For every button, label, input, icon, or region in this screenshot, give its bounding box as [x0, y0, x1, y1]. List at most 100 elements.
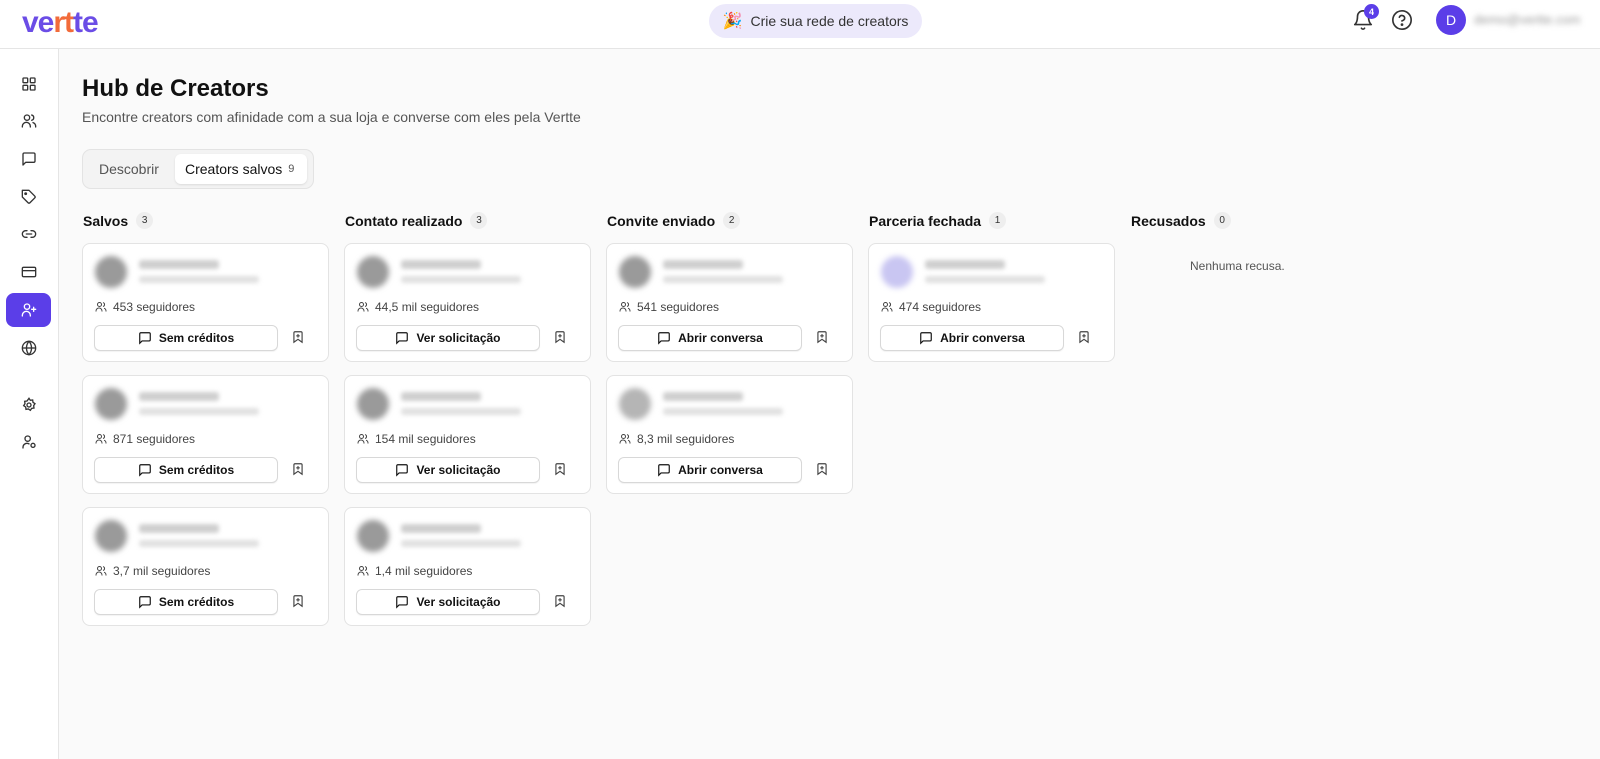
main-content: Hub de Creators Encontre creators com af… [59, 49, 1600, 759]
creator-card[interactable]: 541 seguidores Abrir conversa [606, 243, 853, 362]
bookmark-icon[interactable] [1077, 330, 1091, 344]
bookmark-icon[interactable] [815, 462, 829, 476]
creator-handle-redacted [925, 276, 1045, 283]
action-button[interactable]: Abrir conversa [618, 325, 802, 351]
followers-count: 154 mil seguidores [375, 432, 476, 446]
action-button[interactable]: Abrir conversa [880, 325, 1064, 351]
followers-count: 474 seguidores [899, 300, 982, 314]
sidebar-item-settings[interactable] [6, 388, 51, 422]
column-header-convite: Convite enviado 2 [607, 212, 741, 229]
chat-icon [21, 152, 36, 166]
creator-card[interactable]: 3,7 mil seguidores Sem créditos [82, 507, 329, 626]
users-icon [95, 566, 107, 576]
creator-card[interactable]: 1,4 mil seguidores Ver solicitação [344, 507, 591, 626]
user-email[interactable]: demo@vertte.com [1474, 12, 1580, 27]
action-label: Sem créditos [158, 331, 235, 345]
tab-creators-salvos[interactable]: Creators salvos 9 [175, 154, 307, 184]
sidebar-item-dashboard[interactable] [6, 67, 51, 101]
sidebar-item-tags[interactable] [6, 180, 51, 214]
sidebar-item-links[interactable] [6, 217, 51, 251]
action-button[interactable]: Sem créditos [94, 589, 278, 615]
creator-card[interactable]: 453 seguidores Sem créditos [82, 243, 329, 362]
action-button[interactable]: Abrir conversa [618, 457, 802, 483]
promo-text: Crie sua rede de creators [750, 13, 909, 29]
logo-part: ve [22, 6, 54, 39]
creator-handle-redacted [663, 408, 783, 415]
action-button[interactable]: Sem créditos [94, 325, 278, 351]
creator-card[interactable]: 8,3 mil seguidores Abrir conversa [606, 375, 853, 494]
user-settings-icon [21, 435, 36, 449]
creator-card[interactable]: 474 seguidores Abrir conversa [868, 243, 1115, 362]
followers: 8,3 mil seguidores [619, 432, 734, 446]
column-header-parceria: Parceria fechada 1 [869, 212, 1007, 229]
creator-card[interactable]: 871 seguidores Sem créditos [82, 375, 329, 494]
column-title: Salvos [83, 212, 129, 229]
action-label: Abrir conversa [678, 463, 763, 477]
sidebar-item-globe[interactable] [6, 331, 51, 365]
followers-count: 541 seguidores [637, 300, 720, 314]
action-label: Abrir conversa [940, 331, 1025, 345]
column-count: 3 [136, 212, 154, 229]
followers: 154 mil seguidores [357, 432, 476, 446]
tab-label: Creators salvos [185, 161, 283, 177]
column-count: 0 [1213, 212, 1231, 229]
avatar[interactable]: D [1436, 5, 1466, 35]
followers-count: 1,4 mil seguidores [375, 564, 473, 578]
vertte-logo[interactable]: vertte [22, 6, 99, 40]
sidebar-item-users[interactable] [6, 104, 51, 138]
creator-name-redacted [925, 260, 1005, 269]
creator-avatar [881, 256, 913, 288]
bookmark-icon[interactable] [553, 594, 567, 608]
users-icon [357, 566, 369, 576]
column-header-recusados: Recusados 0 [1131, 212, 1231, 229]
creator-avatar [95, 388, 127, 420]
creator-card[interactable]: 154 mil seguidores Ver solicitação [344, 375, 591, 494]
help-icon[interactable] [1391, 9, 1413, 31]
promo-banner[interactable]: 🎉 Crie sua rede de creators [709, 4, 922, 38]
creator-avatar [357, 520, 389, 552]
bookmark-icon[interactable] [553, 462, 567, 476]
bookmark-icon[interactable] [291, 594, 305, 608]
chat-icon [138, 596, 151, 609]
bookmark-icon[interactable] [553, 330, 567, 344]
chat-icon [138, 464, 151, 477]
creator-card[interactable]: 44,5 mil seguidores Ver solicitação [344, 243, 591, 362]
sidebar-item-messages[interactable] [6, 142, 51, 176]
creator-name-redacted [401, 260, 481, 269]
action-button[interactable]: Ver solicitação [356, 457, 540, 483]
column-count: 3 [470, 212, 488, 229]
bookmark-icon[interactable] [291, 330, 305, 344]
creator-handle-redacted [663, 276, 783, 283]
tab-descobrir[interactable]: Descobrir [99, 154, 159, 184]
sidebar-item-creators[interactable] [6, 293, 51, 327]
creator-handle-redacted [401, 276, 521, 283]
creator-handle-redacted [139, 540, 259, 547]
empty-state-text: Nenhuma recusa. [1190, 259, 1285, 273]
bookmark-icon[interactable] [291, 462, 305, 476]
top-bar: vertte 🎉 Crie sua rede de creators 4 D d… [0, 0, 1600, 49]
party-icon: 🎉 [722, 13, 743, 30]
action-label: Sem créditos [158, 595, 235, 609]
chat-icon [658, 464, 670, 477]
action-button[interactable]: Sem créditos [94, 457, 278, 483]
page-title: Hub de Creators [82, 75, 269, 102]
column-title: Convite enviado [607, 212, 716, 229]
sidebar-item-billing[interactable] [6, 255, 51, 289]
add-user-icon [21, 303, 36, 317]
creator-handle-redacted [139, 276, 259, 283]
bookmark-icon[interactable] [815, 330, 829, 344]
sidebar-item-account[interactable] [6, 425, 51, 459]
followers-count: 453 seguidores [113, 300, 196, 314]
chat-icon [396, 596, 409, 609]
action-label: Sem créditos [158, 463, 235, 477]
column-title: Parceria fechada [869, 212, 982, 229]
sidebar [0, 49, 59, 759]
creator-avatar [357, 388, 389, 420]
logo-accent: rt [53, 6, 74, 39]
gear-icon [22, 397, 36, 412]
action-button[interactable]: Ver solicitação [356, 325, 540, 351]
creator-avatar [95, 256, 127, 288]
action-button[interactable]: Ver solicitação [356, 589, 540, 615]
users-icon [95, 434, 107, 444]
column-title: Recusados [1131, 212, 1206, 229]
